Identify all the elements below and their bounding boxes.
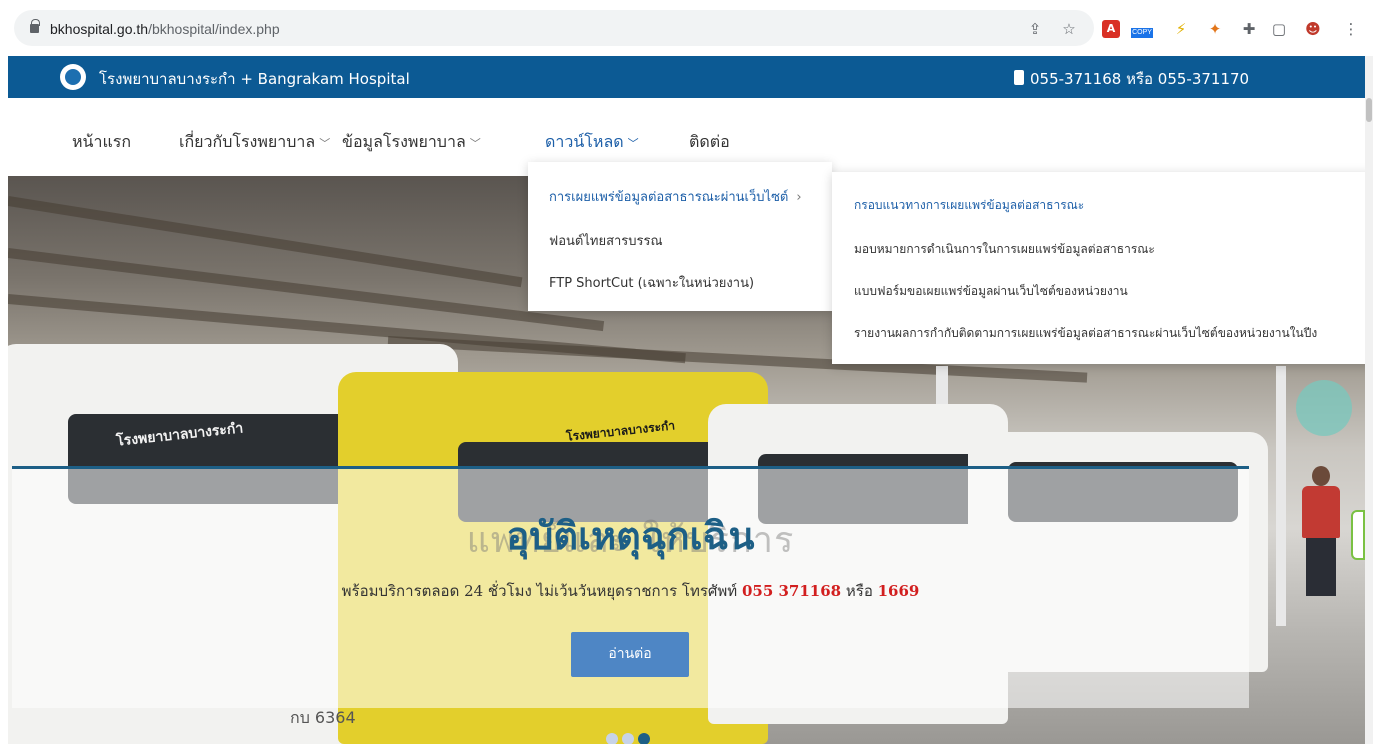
nav-home[interactable]: หน้าแรก: [72, 130, 131, 155]
chevron-right-icon: ›: [796, 190, 802, 205]
puzzle-extensions-icon[interactable]: ✚: [1240, 20, 1258, 38]
download-dropdown: การเผยแพร่ข้อมูลต่อสาธารณะผ่านเว็บไซต์ › …: [528, 162, 832, 311]
lock-icon[interactable]: [30, 19, 40, 33]
submenu-item-assignment[interactable]: มอบหมายการดำเนินการในการเผยแพร่ข้อมูลต่อ…: [854, 240, 1155, 259]
pdf-extension-icon[interactable]: A: [1102, 20, 1120, 38]
submenu-item-request-form[interactable]: แบบฟอร์มขอเผยแพร่ข้อมูลผ่านเว็บไซต์ของหน…: [854, 282, 1128, 301]
page-scrollbar[interactable]: [1365, 56, 1373, 744]
browser-menu-icon[interactable]: ⋮: [1342, 20, 1360, 38]
roof-beam: [8, 196, 523, 288]
chevron-down-icon: ﹀: [319, 137, 331, 150]
url-text[interactable]: bkhospital.go.th/bkhospital/index.php: [50, 21, 280, 37]
support-pole: [1276, 366, 1286, 626]
side-panel-icon[interactable]: ▢: [1270, 20, 1288, 38]
phone-icon: [1014, 70, 1024, 85]
dropdown-item-thai-font[interactable]: ฟอนต์ไทยสารบรรณ: [549, 230, 663, 251]
staff-person-photo: [1298, 466, 1344, 596]
slider-dot[interactable]: [622, 733, 634, 744]
public-disclosure-submenu: กรอบแนวทางการเผยแพร่ข้อมูลต่อสาธารณะ มอบ…: [832, 172, 1373, 364]
hospital-logo-icon[interactable]: [60, 64, 86, 90]
copy-extension-icon[interactable]: COPY: [1131, 20, 1153, 38]
share-icon[interactable]: ⇪: [1026, 20, 1044, 38]
nav-contact[interactable]: ติดต่อ: [689, 130, 730, 155]
slide-title: อุบัติเหตุฉุกเฉิน: [506, 514, 755, 558]
slide-caption-panel: แพทย์และ ให้บริการ อุบัติเหตุฉุกเฉิน พร้…: [12, 466, 1249, 708]
site-topbar: โรงพยาบาลบางระกำ + Bangrakam Hospital 05…: [8, 56, 1365, 98]
nav-download[interactable]: ดาวน์โหลด ﹀: [545, 130, 639, 155]
dropdown-item-public-disclosure[interactable]: การเผยแพร่ข้อมูลต่อสาธารณะผ่านเว็บไซต์ ›: [549, 186, 802, 207]
chevron-down-icon: ﹀: [469, 137, 481, 150]
nav-hospital-info[interactable]: ข้อมูลโรงพยาบาล ﹀: [342, 130, 481, 155]
browser-toolbar: bkhospital.go.th/bkhospital/index.php ⇪ …: [0, 0, 1373, 56]
floating-chat-icon[interactable]: [1296, 380, 1352, 436]
nav-about[interactable]: เกี่ยวกับโรงพยาบาล ﹀: [179, 130, 330, 155]
dropdown-item-ftp-shortcut[interactable]: FTP ShortCut (เฉพาะในหน่วยงาน): [549, 272, 754, 293]
slider-dot-active[interactable]: [638, 733, 650, 744]
scrollbar-thumb[interactable]: [1366, 98, 1372, 122]
slide-subtitle: พร้อมบริการตลอด 24 ชั่วโมง ไม่เว้นวันหยุ…: [341, 582, 920, 600]
read-more-button[interactable]: อ่านต่อ: [571, 632, 689, 677]
bookmark-star-icon[interactable]: ☆: [1060, 20, 1078, 38]
submenu-item-monitoring-report[interactable]: รายงานผลการกำกับติดตามการเผยแพร่ข้อมูลต่…: [854, 324, 1317, 343]
chevron-down-icon: ﹀: [627, 137, 639, 150]
floating-side-widget[interactable]: [1351, 510, 1365, 560]
lightning-extension-icon[interactable]: ⚡: [1172, 20, 1190, 38]
roof-beam: [8, 248, 605, 332]
submenu-item-framework[interactable]: กรอบแนวทางการเผยแพร่ข้อมูลต่อสาธารณะ: [854, 196, 1084, 215]
profile-avatar-icon[interactable]: ☻: [1304, 20, 1322, 38]
slider-dots: [606, 730, 654, 744]
license-plate: กบ 6364: [290, 708, 356, 727]
header-phone: 055-371168 หรือ 055-371170: [1030, 70, 1250, 88]
slider-dot[interactable]: [606, 733, 618, 744]
metamask-icon[interactable]: ✦: [1206, 20, 1224, 38]
site-name[interactable]: โรงพยาบาลบางระกำ + Bangrakam Hospital: [99, 67, 410, 91]
